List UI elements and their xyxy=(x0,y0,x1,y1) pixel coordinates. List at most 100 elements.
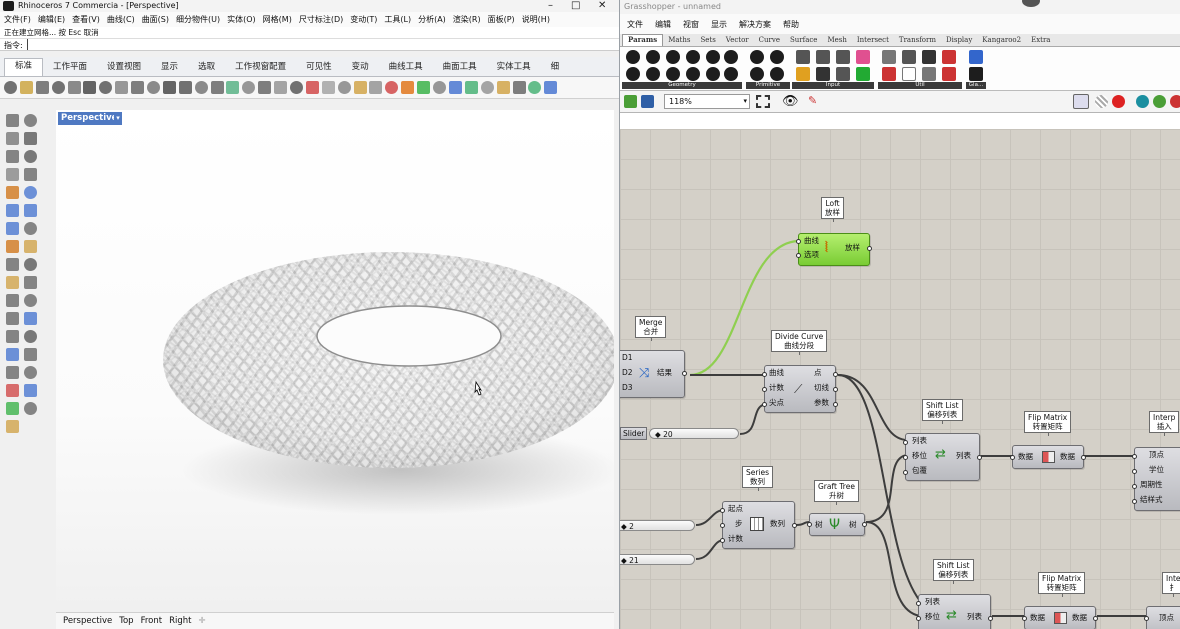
component-icon[interactable] xyxy=(836,50,850,64)
component-icon[interactable] xyxy=(750,50,764,64)
component-icon[interactable] xyxy=(969,50,983,64)
toolbar-tool-icon[interactable] xyxy=(258,81,272,94)
component-icon[interactable] xyxy=(706,50,720,64)
left-tool-icon[interactable] xyxy=(6,168,19,181)
component-icon[interactable] xyxy=(902,67,916,81)
menu-edit[interactable]: 编辑(E) xyxy=(38,14,65,25)
left-tool-icon[interactable] xyxy=(24,384,37,397)
gh-tab-mesh[interactable]: Mesh xyxy=(822,36,851,46)
toolbar-tool-icon[interactable] xyxy=(290,81,304,94)
flip-matrix-1-component[interactable]: 数据 数据 xyxy=(1010,445,1086,469)
tab-select[interactable]: 选取 xyxy=(188,60,225,76)
component-icon[interactable] xyxy=(922,67,936,81)
menu-surface[interactable]: 曲面(S) xyxy=(142,14,169,25)
left-tool-icon[interactable] xyxy=(24,222,37,235)
toolbar-tool-icon[interactable] xyxy=(448,81,462,94)
toolbar-tool-icon[interactable] xyxy=(67,81,81,94)
component-icon[interactable] xyxy=(646,50,660,64)
viewport-menu-icon[interactable]: ▾ xyxy=(114,112,122,125)
component-icon[interactable] xyxy=(706,67,720,81)
menu-help[interactable]: 说明(H) xyxy=(522,14,550,25)
component-icon[interactable] xyxy=(796,50,810,64)
merge-component[interactable]: D1 D2 D3 ⤨ 结果 xyxy=(620,350,687,398)
tab-surface-tools[interactable]: 曲面工具 xyxy=(433,60,487,76)
divide-curve-component[interactable]: 曲线 计数 尖点 ⟋ 点 切线 参数 xyxy=(762,365,838,413)
gh-menu-edit[interactable]: 编辑 xyxy=(655,19,671,30)
toolbar-tool-icon[interactable] xyxy=(19,81,33,94)
left-tool-icon[interactable] xyxy=(6,312,19,325)
mesh-settings-icon[interactable] xyxy=(1153,95,1166,108)
perspective-viewport[interactable]: Perspective ▾ xyxy=(56,110,614,612)
gh-tab-sets[interactable]: Sets xyxy=(695,36,720,46)
toolbar-tool-icon[interactable] xyxy=(51,81,65,94)
left-tool-icon[interactable] xyxy=(6,330,19,343)
gh-tab-surface[interactable]: Surface xyxy=(785,36,822,46)
menu-transform[interactable]: 变动(T) xyxy=(350,14,377,25)
tab-viewport-layout[interactable]: 工作视窗配置 xyxy=(225,60,296,76)
menu-solid[interactable]: 实体(O) xyxy=(227,14,256,25)
left-tool-icon[interactable] xyxy=(24,294,37,307)
toolbar-tool-icon[interactable] xyxy=(178,81,192,94)
preview-selected-icon[interactable] xyxy=(1112,95,1125,108)
left-tool-icon[interactable] xyxy=(24,366,37,379)
toolbar-tool-icon[interactable] xyxy=(274,81,288,94)
component-icon[interactable] xyxy=(646,67,660,81)
maximize-icon[interactable]: □ xyxy=(571,0,580,11)
component-icon[interactable] xyxy=(942,67,956,81)
gh-minimize-icon[interactable] xyxy=(1022,0,1040,7)
gh-tab-maths[interactable]: Maths xyxy=(663,36,695,46)
gh-tab-transform[interactable]: Transform xyxy=(894,36,941,46)
menu-subd[interactable]: 细分物件(U) xyxy=(176,14,220,25)
left-tool-icon[interactable] xyxy=(24,276,37,289)
component-icon[interactable] xyxy=(882,50,896,64)
component-icon[interactable] xyxy=(796,67,810,81)
left-tool-icon[interactable] xyxy=(24,132,37,145)
zoom-extents-icon[interactable] xyxy=(756,95,770,108)
left-tool-icon[interactable] xyxy=(24,402,37,415)
toolbar-tool-icon[interactable] xyxy=(544,81,558,94)
shift-list-1-component[interactable]: 列表 移位 包覆 ⇄ 列表 xyxy=(903,433,982,481)
command-input[interactable] xyxy=(26,39,619,50)
left-tool-icon[interactable] xyxy=(6,150,19,163)
display-mode-icon[interactable] xyxy=(1136,95,1149,108)
left-tool-icon[interactable] xyxy=(24,330,37,343)
component-icon[interactable] xyxy=(816,67,830,81)
interpolate-2-component[interactable]: 顶点 xyxy=(1144,606,1180,629)
graft-tree-component[interactable]: 树 Ψ 树 xyxy=(807,513,867,536)
viewport-tab-right[interactable]: Right xyxy=(169,616,191,626)
component-icon[interactable] xyxy=(770,67,784,81)
left-tool-icon[interactable] xyxy=(24,240,37,253)
tab-curve-tools[interactable]: 曲线工具 xyxy=(379,60,433,76)
tab-visibility[interactable]: 可见性 xyxy=(296,60,342,76)
toolbar-tool-icon[interactable] xyxy=(385,81,399,94)
menu-view[interactable]: 查看(V) xyxy=(72,14,100,25)
open-file-icon[interactable] xyxy=(624,95,637,108)
toolbar-tool-icon[interactable] xyxy=(83,81,97,94)
component-icon[interactable] xyxy=(856,50,870,64)
component-icon[interactable] xyxy=(626,50,640,64)
component-icon[interactable] xyxy=(836,67,850,81)
gh-tab-vector[interactable]: Vector xyxy=(721,36,754,46)
slider-value[interactable]: ◆ 20 xyxy=(649,428,739,439)
menu-file[interactable]: 文件(F) xyxy=(4,14,31,25)
toolbar-tool-icon[interactable] xyxy=(321,81,335,94)
gh-menu-display[interactable]: 显示 xyxy=(711,19,727,30)
toolbar-tool-icon[interactable] xyxy=(528,81,542,94)
interpolate-1-component[interactable]: 顶点 学位 周期性 结样式 xyxy=(1132,447,1180,511)
left-tool-icon[interactable] xyxy=(6,294,19,307)
preview-wire-icon[interactable] xyxy=(1073,94,1089,109)
close-icon[interactable]: ✕ xyxy=(598,0,606,11)
count-number-slider[interactable]: ◆ 21 xyxy=(620,553,695,566)
component-icon[interactable] xyxy=(686,67,700,81)
gh-tab-display[interactable]: Display xyxy=(941,36,977,46)
preview-shaded-icon[interactable] xyxy=(1095,95,1108,108)
left-tool-icon[interactable] xyxy=(6,366,19,379)
component-icon[interactable] xyxy=(902,50,916,64)
toolbar-tool-icon[interactable] xyxy=(496,81,510,94)
toolbar-tool-icon[interactable] xyxy=(464,81,478,94)
left-tool-icon[interactable] xyxy=(6,204,19,217)
left-tool-icon[interactable] xyxy=(24,168,37,181)
sketch-pen-icon[interactable]: ✎ xyxy=(808,94,817,107)
left-tool-icon[interactable] xyxy=(24,114,37,127)
component-icon[interactable] xyxy=(922,50,936,64)
